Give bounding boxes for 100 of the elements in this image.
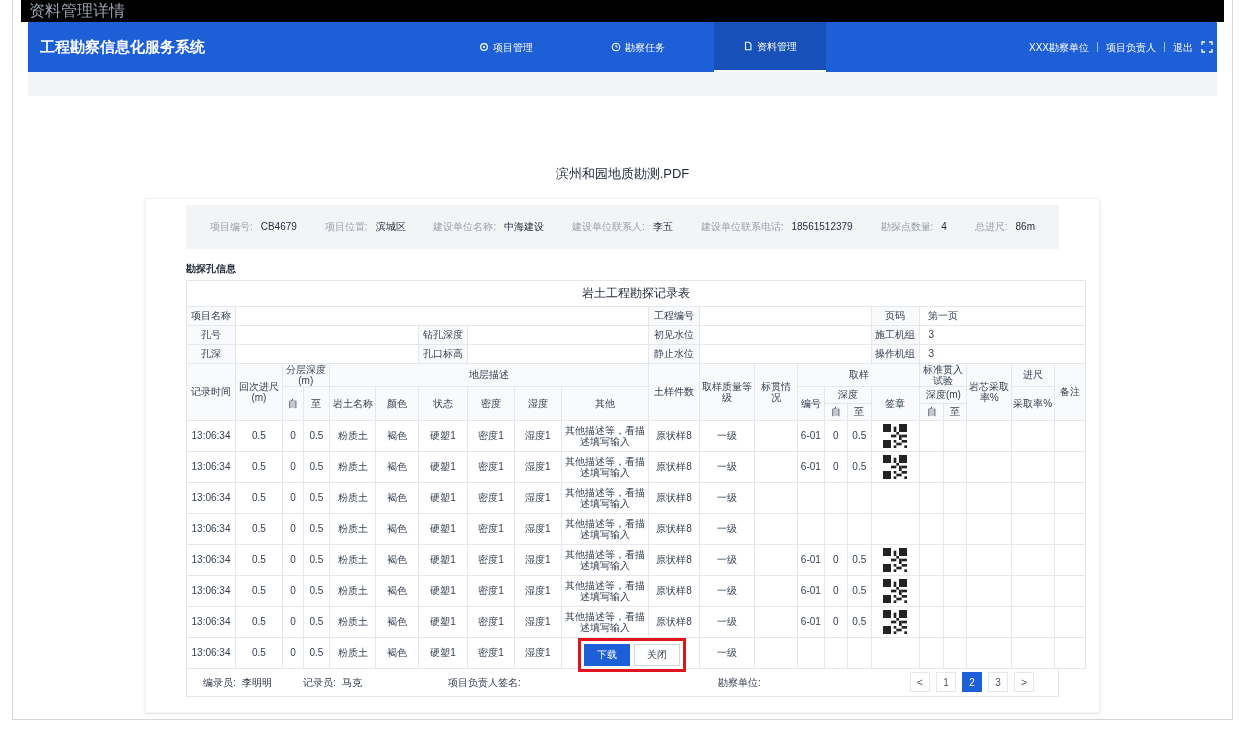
table-cell: 硬塑1 [418, 482, 468, 513]
page-button[interactable]: < [910, 672, 930, 692]
table-cell: 0.5 [847, 575, 871, 606]
field-value: CB4679 [260, 220, 297, 234]
table-cell: 0.5 [235, 513, 283, 544]
table-cell: 一级 [699, 513, 755, 544]
page-button[interactable]: 1 [936, 672, 956, 692]
table-cell: 6-01 [797, 544, 825, 575]
table-cell: 褐色 [376, 544, 419, 575]
table-cell: 其他描述等，看描述填写输入 [561, 544, 649, 575]
table-cell: 密度1 [467, 544, 515, 575]
page-button[interactable]: 2 [962, 672, 982, 692]
table-cell: 密度1 [467, 513, 515, 544]
table-cell: 一级 [699, 637, 755, 668]
footer-value: 马克 [341, 675, 362, 690]
table-cell: 0 [282, 482, 304, 513]
table-cell: 0.5 [303, 637, 330, 668]
table-cell: 硬塑1 [418, 637, 468, 668]
table-cell: 湿度1 [514, 544, 562, 575]
nav-tab[interactable]: 勘察任务 [582, 22, 694, 72]
column-header: 密度 [467, 386, 515, 420]
column-header: 状态 [418, 386, 468, 420]
header-link[interactable]: XXX勘察单位 [1029, 39, 1089, 55]
table-cell: 硬塑1 [418, 451, 468, 482]
column-header: 其他 [561, 386, 649, 420]
table-cell: 原状样8 [648, 482, 700, 513]
table-cell: 13:06:34 [186, 544, 236, 575]
table-cell: 湿度1 [514, 420, 562, 451]
table-cell: 原状样8 [648, 606, 700, 637]
table-cell: 原状样8 [648, 544, 700, 575]
table-cell: 粉质土 [329, 451, 376, 482]
field-value-cell: 第一页 [919, 306, 1086, 325]
header-link[interactable]: 项目负责人 [1106, 39, 1156, 55]
download-button[interactable]: 下载 [584, 643, 630, 666]
table-cell: 一级 [699, 420, 755, 451]
table-cell: 其他描述等，看描述填写输入 [561, 451, 649, 482]
table-title: 岩土工程勘探记录表 [186, 280, 1086, 306]
footer-label: 项目负责人签名: [448, 675, 521, 690]
footer-value: 李明明 [241, 675, 272, 690]
table-cell: 13:06:34 [186, 482, 236, 513]
table-cell: 硬塑1 [418, 575, 468, 606]
table-cell: 0 [282, 451, 304, 482]
table-cell: 0.5 [235, 482, 283, 513]
table-cell: 0 [824, 606, 848, 637]
column-header: 地层描述 [329, 363, 649, 386]
table-cell: 0.5 [235, 544, 283, 575]
window-title: 资料管理详情 [29, 3, 125, 19]
header-link[interactable]: 退出 [1173, 39, 1193, 55]
table-cell: 褐色 [376, 575, 419, 606]
column-header: 土样件数 [648, 363, 700, 420]
table-cell: 6-01 [797, 420, 825, 451]
qr-code-icon [883, 578, 908, 603]
table-cell: 13:06:34 [186, 606, 236, 637]
table-cell: 粉质土 [329, 606, 376, 637]
table-cell: 粉质土 [329, 482, 376, 513]
field-label: 总进尺: [974, 220, 1008, 234]
section-title: 勘探孔信息 [186, 261, 237, 276]
table-cell: 0.5 [847, 544, 871, 575]
table-cell: 0.5 [847, 420, 871, 451]
table-cell: 0.5 [235, 637, 283, 668]
field-label: 建设单位名称: [433, 220, 497, 234]
table-cell: 湿度1 [514, 637, 562, 668]
table-cell: 密度1 [467, 451, 515, 482]
table-cell: 一级 [699, 606, 755, 637]
table-cell: 湿度1 [514, 606, 562, 637]
nav-tab[interactable]: 项目管理 [450, 22, 562, 72]
page-button[interactable]: > [1014, 672, 1034, 692]
field-value: 86m [1015, 220, 1035, 234]
field-value: 4 [941, 220, 947, 234]
table-cell: 原状样8 [648, 420, 700, 451]
page-button[interactable]: 3 [988, 672, 1008, 692]
table-cell: 一级 [699, 451, 755, 482]
table-cell: 13:06:34 [186, 637, 236, 668]
table-cell: 13:06:34 [186, 420, 236, 451]
field-label: 项目编号: [209, 220, 253, 234]
footer-label: 编录员: [203, 675, 236, 690]
table-cell: 0.5 [303, 482, 330, 513]
column-header: 岩土名称 [329, 386, 376, 420]
table-cell: 13:06:34 [186, 451, 236, 482]
table-cell: 褐色 [376, 637, 419, 668]
table-cell: 13:06:34 [186, 513, 236, 544]
table-cell: 0.5 [235, 606, 283, 637]
table-cell: 褐色 [376, 451, 419, 482]
fullscreen-icon [1201, 41, 1213, 53]
table-cell: 0 [824, 420, 848, 451]
nav-tab[interactable]: 资料管理 [714, 22, 826, 72]
qr-code-icon [883, 609, 908, 634]
table-cell: 密度1 [467, 637, 515, 668]
app-title: 工程勘察信息化服务系统 [40, 36, 206, 57]
table-cell: 0.5 [303, 420, 330, 451]
column-header: 记录时间 [186, 363, 236, 420]
table-cell: 湿度1 [514, 451, 562, 482]
close-button[interactable]: 关闭 [634, 643, 680, 666]
file-icon [743, 41, 753, 51]
table-cell: 0 [282, 544, 304, 575]
table-cell: 0.5 [303, 606, 330, 637]
field-value-cell: 3 [919, 325, 1086, 344]
table-cell: 原状样8 [648, 451, 700, 482]
table-cell: 湿度1 [514, 513, 562, 544]
footer-label: 记录员: [303, 675, 336, 690]
